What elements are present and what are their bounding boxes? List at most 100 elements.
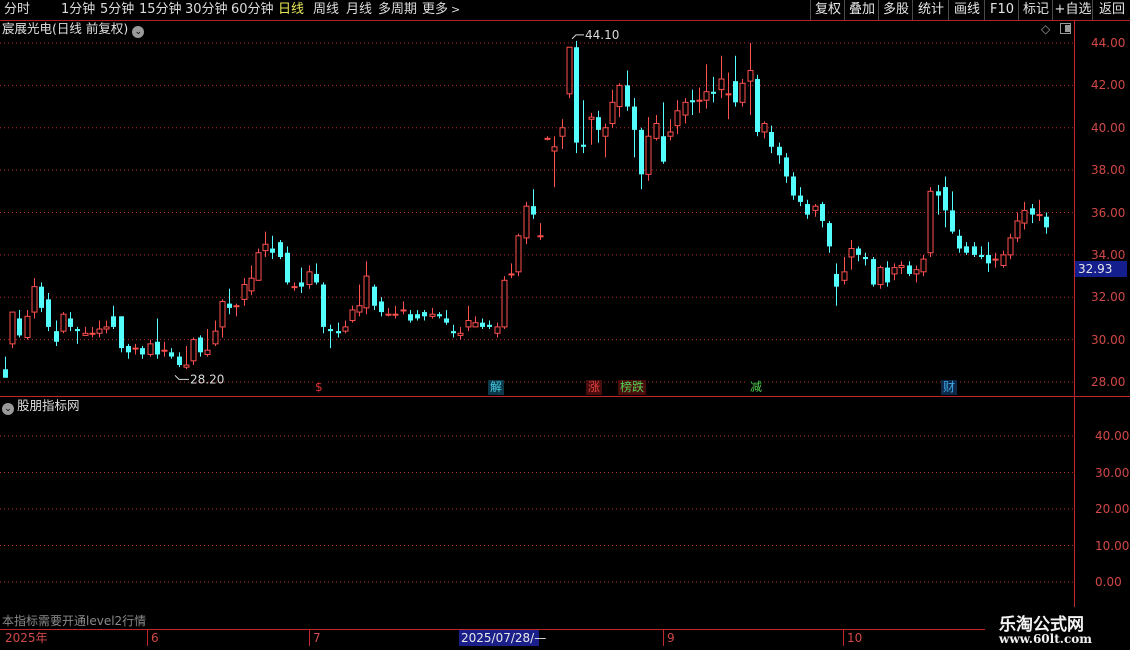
candle [747, 43, 754, 116]
indicator-note: 本指标需要开通level2行情 [2, 614, 147, 628]
candle [653, 115, 660, 141]
date-label-jun: 6 [147, 630, 159, 646]
event-finance[interactable]: 财 [941, 380, 958, 395]
candle [761, 121, 768, 139]
candle [588, 112, 595, 145]
period-tab-5min[interactable]: 5分钟 [100, 0, 134, 20]
candlestick-chart: 44.10 28.20 [0, 28, 1075, 386]
candle [957, 229, 962, 253]
period-tab-15min[interactable]: 15分钟 [139, 0, 182, 20]
candle [602, 123, 609, 158]
period-toolbar: 分时 1分钟 5分钟 15分钟 30分钟 60分钟 日线 周线 月线 多周期 更… [0, 0, 1130, 20]
chevron-right-icon: > [451, 3, 461, 16]
candle [784, 153, 789, 183]
price-tick-label: 30.00 [1091, 332, 1126, 347]
date-cursor: 2025/07/28/— [459, 630, 547, 646]
candle [82, 326, 89, 336]
mark-button[interactable]: 标记 [1018, 0, 1053, 20]
back-button[interactable]: 返回 [1092, 0, 1130, 20]
candle [674, 100, 681, 135]
candle [198, 335, 203, 357]
period-tab-weekly[interactable]: 周线 [313, 0, 339, 20]
candle [17, 309, 22, 338]
event-reduce[interactable]: 减 [748, 380, 765, 395]
date-label-year: 2025年 [5, 631, 48, 645]
candle [848, 240, 855, 270]
period-tab-60min[interactable]: 60分钟 [231, 0, 274, 20]
candle [161, 341, 168, 357]
candle [39, 282, 44, 313]
candle [385, 307, 392, 317]
candle [9, 311, 16, 349]
candle [465, 305, 472, 332]
candle [632, 98, 637, 158]
candle [31, 278, 38, 319]
candle [140, 345, 145, 359]
candle [75, 326, 80, 344]
price-tick-label: 44.00 [1091, 36, 1126, 50]
candle [820, 201, 825, 228]
candle [986, 242, 991, 272]
candle [183, 345, 190, 370]
candle [241, 278, 248, 306]
adjust-button[interactable]: 复权 [810, 0, 845, 20]
candle [812, 204, 819, 217]
candle [777, 142, 782, 164]
candle [755, 74, 760, 137]
event-limit-up[interactable]: 涨 [586, 380, 603, 395]
period-tab-1min[interactable]: 1分钟 [61, 0, 95, 20]
period-tab-daily[interactable]: 日线 [278, 0, 304, 20]
candle [219, 299, 226, 338]
event-unlock[interactable]: 解 [488, 380, 505, 395]
candle [581, 100, 586, 154]
overlay-button[interactable]: 叠加 [844, 0, 879, 20]
candle [574, 40, 579, 154]
period-tab-timeshare[interactable]: 分时 [4, 0, 30, 20]
candle [336, 322, 341, 338]
candle [798, 187, 803, 207]
candle [155, 318, 160, 359]
candle [690, 89, 695, 116]
indicator-tick-label: 20.00 [1095, 502, 1130, 516]
candle [3, 356, 8, 378]
event-list-down[interactable]: 榜跌 [618, 380, 647, 395]
candle [444, 309, 449, 325]
candle [379, 297, 384, 317]
candle [531, 189, 536, 219]
candle [645, 117, 652, 181]
candle [60, 312, 67, 334]
max-price-label: 44.10 [585, 28, 619, 42]
period-tab-monthly[interactable]: 月线 [346, 0, 372, 20]
candle [169, 348, 174, 359]
period-tab-more[interactable]: 更多 > [422, 0, 460, 20]
add-watchlist-button[interactable]: +自选 [1052, 0, 1093, 20]
price-tick-label: 28.00 [1091, 375, 1126, 389]
period-tab-multi[interactable]: 多周期 [378, 0, 417, 20]
candle [248, 265, 255, 296]
watermark-url: www.60lt.com [999, 632, 1092, 646]
candle [89, 326, 96, 338]
period-tab-30min[interactable]: 30分钟 [185, 0, 228, 20]
candle [1007, 233, 1014, 260]
draw-line-button[interactable]: 画线 [948, 0, 985, 20]
candle [501, 276, 508, 330]
candle [422, 309, 427, 321]
multi-stock-button[interactable]: 多股 [878, 0, 913, 20]
date-label-jul: 7 [309, 630, 321, 646]
candle [739, 79, 746, 107]
candle [255, 248, 262, 281]
candle [480, 318, 485, 330]
candle [306, 265, 313, 289]
indicator-tick-label: 40.00 [1095, 429, 1130, 443]
candle [262, 231, 269, 257]
date-label-oct: 10 [843, 630, 862, 646]
candle [494, 322, 501, 338]
candle [920, 254, 927, 277]
candle [856, 246, 861, 262]
candle [979, 246, 984, 260]
f10-button[interactable]: F10 [984, 0, 1019, 20]
candle [342, 320, 349, 334]
statistics-button[interactable]: 统计 [912, 0, 949, 20]
event-dividend[interactable]: $ [313, 380, 325, 395]
candle [596, 110, 601, 143]
